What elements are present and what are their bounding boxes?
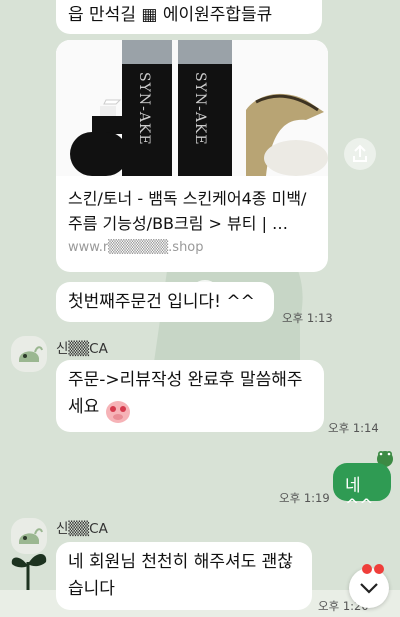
scroll-to-bottom-button[interactable] [349, 568, 389, 608]
message-time: 오후 1:19 [279, 491, 330, 505]
avatar-icon [19, 346, 43, 362]
link-url: www.r▒▒▒▒▒▒.shop [68, 240, 204, 255]
share-button[interactable] [344, 138, 376, 170]
notification-dot [362, 564, 372, 574]
link-title: 스킨/토너 - 뱀독 스킨케어4종 미백/주름 기능성/BB크림 > 뷰티 | … [68, 189, 307, 233]
share-icon [353, 144, 367, 162]
avatar[interactable] [11, 336, 47, 372]
sprout-decoration-icon [11, 554, 47, 590]
brand-label-1: SYN-AKE [136, 72, 152, 146]
sender-name: 신▒▒CA [56, 521, 108, 537]
pig-emoji-icon [106, 401, 130, 423]
sender-name: 신▒▒CA [56, 341, 108, 357]
brand-label-2: SYN-AKE [192, 72, 208, 146]
link-preview-card[interactable]: SYN-AKE SYN-AKE 스킨/토너 - 뱀독 스킨케어4종 미백/주름 … [56, 40, 328, 272]
message-time: 오후 1:14 [328, 421, 379, 435]
message-bubble: 읍 만석길 ▦ 에이원주합들큐 [56, 0, 322, 34]
message-text: 네 회원님 천천히 해주셔도 괜찮습니다 [68, 552, 293, 599]
message-text: 네^^ [345, 476, 374, 516]
message-time: 오후 1:13 [282, 311, 333, 325]
link-preview-image: SYN-AKE SYN-AKE [56, 40, 328, 176]
my-message-bubble: 네^^ [333, 463, 391, 516]
notification-dot [374, 564, 384, 574]
message-bubble: 주문->리뷰작성 완료후 말씀해주세요 [56, 360, 324, 432]
message-text: 첫번째주문건 입니다! ^^ [68, 292, 255, 312]
chevron-down-icon [360, 583, 378, 594]
message-bubble: 네 회원님 천천히 해주셔도 괜찮습니다 [56, 542, 312, 610]
message-text: 읍 만석길 ▦ 에이원주합들큐 [68, 5, 273, 25]
message-bubble: 첫번째주문건 입니다! ^^ [56, 282, 274, 322]
